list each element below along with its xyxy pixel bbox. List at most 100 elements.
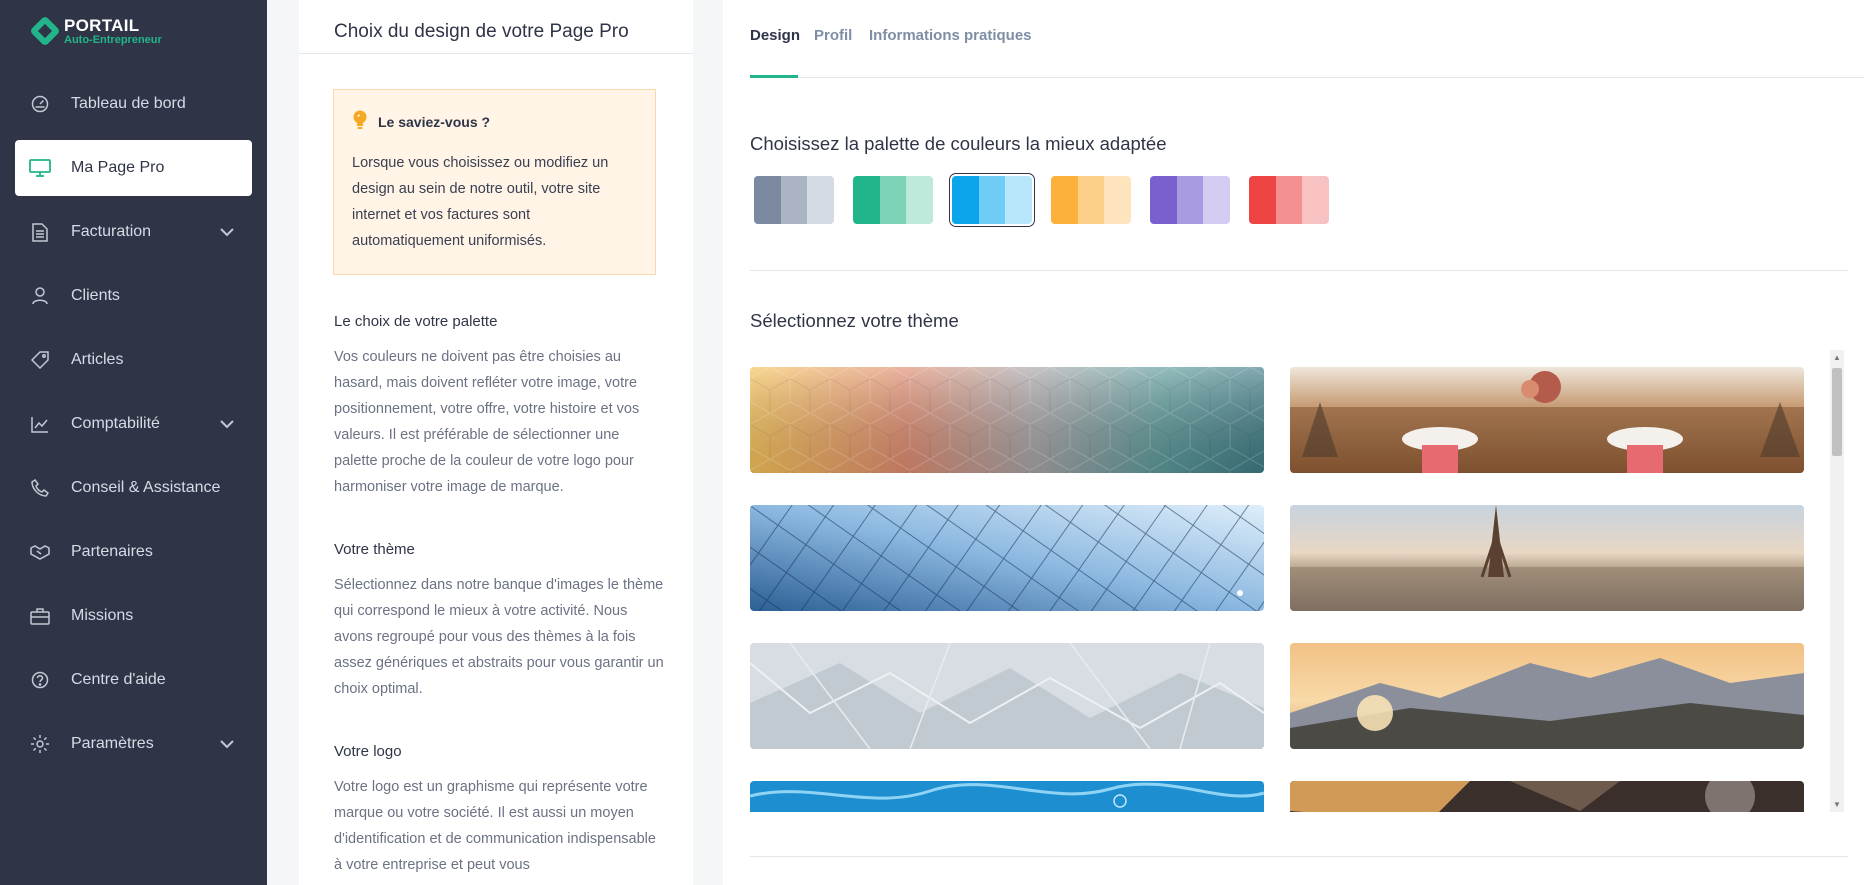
chart-icon [29,413,51,435]
chevron-down-icon[interactable] [220,224,234,242]
user-icon [29,285,51,307]
chevron-down-icon[interactable] [220,736,234,754]
palette-color [1005,176,1032,224]
theme-workshop-tools[interactable] [1290,781,1804,812]
scrollbar-thumb[interactable] [1832,368,1842,456]
palette-color [952,176,979,224]
brand-subtitle: Auto-Entrepreneur [64,33,162,46]
sidebar-item-missions[interactable]: Missions [15,588,252,644]
help-icon [29,669,51,691]
theme-dinner-table[interactable] [1290,367,1804,473]
tab-profil[interactable]: Profil [814,27,852,44]
sidebar-item-label: Paramètres [71,735,154,752]
theme-glass-building[interactable] [750,505,1264,611]
design-help-panel: Choix du design de votre Page Pro Le sav… [299,0,693,885]
dashboard-icon [29,93,51,115]
palette-swatch[interactable] [754,176,834,224]
theme-blue-water[interactable] [750,781,1264,812]
design-editor: Design Profil Informations pratiques Cho… [723,0,1864,885]
palette-color [1249,176,1276,224]
section-theme: Votre thème Sélectionnez dans notre banq… [334,541,664,702]
tab-informations-pratiques[interactable]: Informations pratiques [869,27,1032,44]
palette-color [780,176,808,224]
palette-swatch[interactable] [1249,176,1329,224]
sidebar-item-label: Partenaires [71,543,153,560]
palette-color [1150,176,1177,224]
sidebar-item-comptabilite[interactable]: Comptabilité [15,396,252,452]
active-tab-indicator [750,75,798,78]
palette-color [754,176,781,224]
scroll-down-icon[interactable]: ▼ [1833,800,1841,809]
sidebar-nav: Tableau de bord Ma Page Pro Facturation … [15,76,252,780]
sidebar-item-label: Facturation [71,223,152,240]
palette-color [853,176,880,224]
lightbulb-icon [352,110,368,133]
tab-bar: Design Profil Informations pratiques [750,0,1864,78]
theme-mountains-sunset[interactable] [1290,643,1804,749]
theme-paris-eiffel[interactable] [1290,505,1804,611]
sidebar-item-label: Centre d'aide [71,671,166,688]
palette-swatch[interactable] [853,176,933,224]
phone-icon [29,477,51,499]
divider [750,856,1848,857]
palette-color [1203,176,1230,224]
document-icon [29,221,51,243]
sidebar-item-label: Missions [71,607,134,624]
section-text: Sélectionnez dans notre banque d'images … [334,577,664,697]
sidebar-item-label: Tableau de bord [71,95,186,112]
sidebar-item-label: Ma Page Pro [71,159,165,176]
palette-color [1275,176,1303,224]
monitor-icon [29,157,51,179]
sidebar-item-tableau-de-bord[interactable]: Tableau de bord [15,76,252,132]
handshake-icon [29,541,51,563]
theme-heading: Sélectionnez votre thème [750,310,959,331]
palette-color [879,176,907,224]
palette-swatch[interactable] [949,173,1035,227]
palette-swatch[interactable] [1051,176,1131,224]
palette-swatch[interactable] [1150,176,1230,224]
briefcase-icon [29,605,51,627]
tip-title: Le saviez-vous ? [378,113,491,130]
section-palette: Le choix de votre palette Vos couleurs n… [334,313,664,500]
theme-white-polygons[interactable] [750,643,1264,749]
theme-scrollbar[interactable]: ▲ ▼ [1830,350,1844,812]
sidebar-item-centre-aide[interactable]: Centre d'aide [15,652,252,708]
gear-icon [29,733,51,755]
palette-heading: Choisissez la palette de couleurs la mie… [750,133,1167,154]
tab-design[interactable]: Design [750,27,800,44]
brand-logo[interactable]: PORTAIL Auto-Entrepreneur [29,15,162,47]
tip-box: Le saviez-vous ? Lorsque vous choisissez… [333,89,656,275]
tip-text: Lorsque vous choisissez ou modifiez un d… [352,155,609,249]
scroll-up-icon[interactable]: ▲ [1833,353,1841,362]
sidebar-item-ma-page-pro[interactable]: Ma Page Pro [15,140,252,196]
palette-color [1104,176,1131,224]
palette-color [1051,176,1078,224]
sidebar-item-conseil[interactable]: Conseil & Assistance [15,460,252,516]
sidebar-item-label: Conseil & Assistance [71,479,221,496]
theme-gallery [750,367,1820,812]
sidebar-item-parametres[interactable]: Paramètres [15,716,252,772]
section-text: Votre logo est un graphisme qui représen… [334,779,656,873]
sidebar-item-label: Clients [71,287,120,304]
palette-options [754,173,1348,227]
panel-title: Choix du design de votre Page Pro [299,0,693,54]
sidebar-item-facturation[interactable]: Facturation [15,204,252,260]
chevron-down-icon[interactable] [220,416,234,434]
section-title: Votre thème [334,541,415,558]
palette-color [978,176,1006,224]
sidebar-item-label: Articles [71,351,124,368]
section-text: Vos couleurs ne doivent pas être choisie… [334,349,640,495]
section-logo: Votre logo Votre logo est un graphisme q… [334,743,664,878]
theme-geometric-hexagons[interactable] [750,367,1264,473]
palette-color [906,176,933,224]
divider [750,270,1848,271]
section-title: Votre logo [334,743,402,760]
tag-icon [29,349,51,371]
sidebar-item-clients[interactable]: Clients [15,268,252,324]
section-title: Le choix de votre palette [334,313,498,330]
palette-color [1302,176,1329,224]
palette-color [1077,176,1105,224]
palette-color [1176,176,1204,224]
sidebar-item-partenaires[interactable]: Partenaires [15,524,252,580]
sidebar-item-articles[interactable]: Articles [15,332,252,388]
